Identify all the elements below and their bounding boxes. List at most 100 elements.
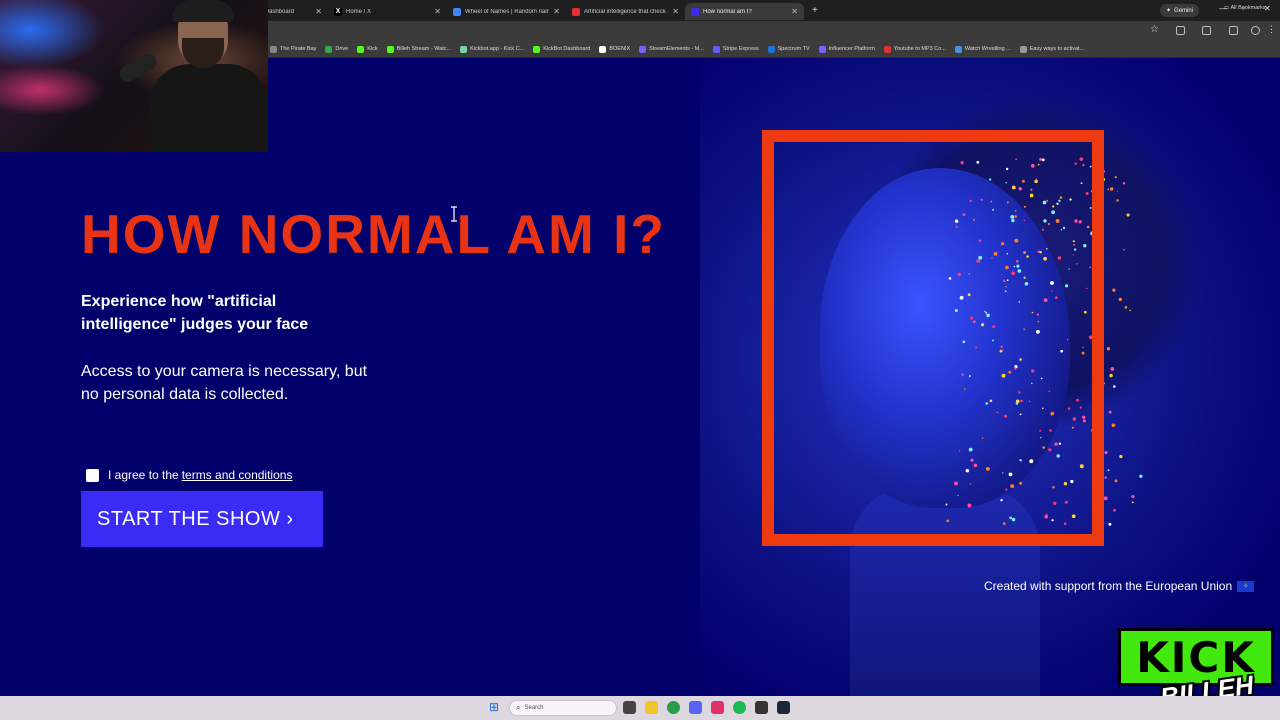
glitter-dot [1122, 182, 1126, 185]
account-icon[interactable] [1251, 26, 1260, 35]
tab-title: Wheel of Names | Random nam [465, 8, 550, 15]
microphone [116, 51, 160, 85]
tab-close-icon[interactable]: ✕ [791, 7, 798, 16]
steam-icon[interactable] [777, 701, 790, 714]
bookmark-label: Kickbot.app - Kick C... [470, 46, 525, 52]
glitter-dot [1110, 367, 1115, 371]
chrome-icon[interactable] [667, 701, 680, 714]
bookmark-favicon-icon [954, 45, 962, 53]
bookmark-item[interactable]: Kickbot.app - Kick C... [460, 45, 525, 53]
bookmark-item[interactable]: Watch Wrestling ... [954, 45, 1011, 53]
bookmark-item[interactable]: KickBot Dashboard [533, 45, 591, 53]
bookmark-item[interactable]: Stripe Express [712, 45, 759, 53]
menu-dots-icon[interactable]: ⋮ [1267, 24, 1276, 35]
webcam-person-body [150, 64, 268, 152]
glitter-dot [1113, 385, 1116, 388]
bookmark-item[interactable]: Spectrum TV [767, 45, 810, 53]
browser-tab[interactable]: Artificial intelligence that check ✕ [566, 3, 685, 20]
browser-tab[interactable]: How normal am I? ✕ [685, 3, 804, 20]
spotify-icon[interactable] [733, 701, 746, 714]
terms-checkbox[interactable] [86, 468, 99, 482]
file-explorer-icon[interactable] [645, 701, 658, 714]
terms-agreement[interactable]: I agree to the terms and conditions [86, 468, 292, 482]
download-icon[interactable] [1229, 26, 1238, 35]
task-view-icon[interactable] [623, 701, 636, 714]
glitter-dot [1114, 479, 1118, 483]
bookmark-item[interactable]: Billeh Stream - Watc... [386, 45, 451, 53]
app-icon-pink[interactable] [711, 701, 724, 714]
glitter-dot [1119, 454, 1123, 459]
bookmark-label: KickBot Dashboard [543, 46, 591, 52]
all-bookmarks-link[interactable]: ▭ All Bookmarks [1224, 5, 1266, 11]
glitter-dot [1139, 474, 1143, 478]
bookmark-label: Influencer Platform [828, 46, 875, 52]
eu-support-text: Created with support from the European U… [984, 579, 1233, 593]
bookmark-item[interactable]: BOENIX [599, 45, 631, 53]
bookmark-label: Drive [335, 46, 349, 52]
sparkle-icon: ✦ [1166, 8, 1172, 14]
glitter-dot [1129, 309, 1131, 312]
taskbar-search[interactable]: ⌕ Search [509, 700, 617, 716]
page-subtitle: Experience how "artificial intelligence"… [81, 293, 309, 333]
glitter-dot [1108, 522, 1112, 526]
browser-tab[interactable]: Wheel of Names | Random nam ✕ [447, 3, 566, 20]
glitter-dot [1116, 190, 1119, 192]
tab-close-icon[interactable]: ✕ [553, 7, 560, 16]
bookmark-item[interactable]: Drive [325, 45, 349, 53]
bookmark-favicon-icon [712, 45, 720, 53]
eu-flag-icon: ✧ [1237, 580, 1255, 592]
browser-tab[interactable]: X Home / X ✕ [328, 3, 447, 20]
bookmark-favicon-icon [818, 45, 826, 53]
bookmark-star-icon[interactable]: ☆ [1150, 24, 1159, 35]
start-the-show-button[interactable]: START THE SHOW › [81, 491, 323, 547]
bookmark-label: Easy ways to activat... [1029, 46, 1085, 52]
camera-notice: Access to your camera is necessary, but … [81, 363, 368, 403]
bookmark-item[interactable]: Youtube to MP3 Co... [883, 45, 946, 53]
bookmark-item[interactable]: Easy ways to activat... [1019, 45, 1085, 53]
page-title: HOW NORMAL AM I? [81, 203, 666, 265]
glitter-dot [1108, 410, 1112, 414]
glitter-dot [1107, 188, 1110, 191]
bookmark-favicon-icon [386, 45, 394, 53]
glitter-dot [1118, 297, 1122, 302]
glitter-dot [1104, 476, 1107, 479]
gemini-button[interactable]: ✦ Gemini [1160, 4, 1200, 17]
folder-icon: ▭ [1224, 5, 1230, 11]
bookmark-label: BOENIX [609, 46, 631, 52]
bookmark-item[interactable]: StreamElements - M... [639, 45, 704, 53]
discord-icon[interactable] [689, 701, 702, 714]
webcam-person-cap [172, 0, 234, 22]
tab-close-icon[interactable]: ✕ [315, 7, 322, 16]
bookmark-item[interactable]: Influencer Platform [818, 45, 875, 53]
face-detection-frame [762, 130, 1104, 546]
windows-taskbar: ⊞ ⌕ Search [0, 696, 1280, 720]
bookmark-item[interactable]: The Pirate Bay [270, 45, 317, 53]
bookmark-favicon-icon [599, 45, 607, 53]
terms-link[interactable]: terms and conditions [182, 468, 293, 482]
bookmark-label: Kick [367, 46, 378, 52]
new-tab-button[interactable]: + [812, 5, 818, 16]
text-cursor-icon [451, 206, 457, 222]
bookmark-favicon-icon [1019, 45, 1027, 53]
glitter-dot [1131, 501, 1134, 504]
extensions-icon[interactable] [1176, 26, 1185, 35]
bookmark-favicon-icon [325, 45, 333, 53]
tab-close-icon[interactable]: ✕ [672, 7, 679, 16]
bookmark-label: Watch Wrestling ... [964, 46, 1011, 52]
profile-icon[interactable] [1202, 26, 1211, 35]
tab-close-icon[interactable]: ✕ [434, 7, 441, 16]
bookmark-favicon-icon [767, 45, 775, 53]
windows-start-icon[interactable]: ⊞ [489, 701, 502, 714]
glitter-dot [1123, 248, 1126, 251]
red-icon [572, 7, 580, 16]
bookmark-label: The Pirate Bay [280, 46, 317, 52]
glitter-dot [1104, 450, 1108, 455]
terminal-icon[interactable] [755, 701, 768, 714]
glitter-dot [1114, 175, 1117, 179]
glitter-dot [1116, 199, 1119, 202]
bookmark-item[interactable]: Kick [357, 45, 378, 53]
glitter-dot [1131, 495, 1135, 499]
tab-title: How normal am I? [703, 8, 752, 15]
glitter-dot [1111, 423, 1116, 428]
tab-title: Artificial intelligence that check [584, 8, 666, 15]
